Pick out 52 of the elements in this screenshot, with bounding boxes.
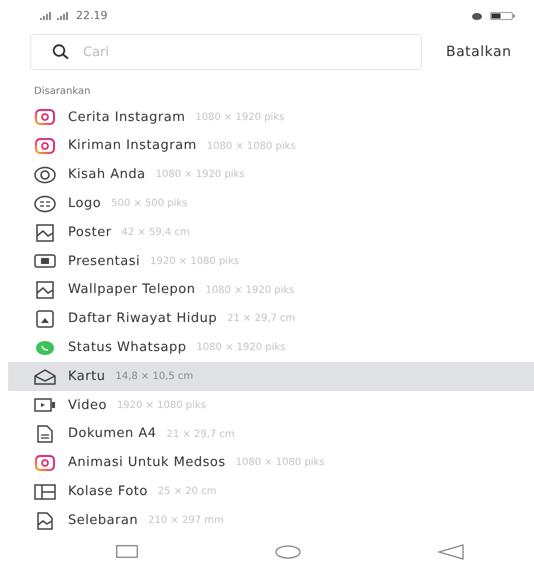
template-name: Cerita Instagram — [68, 108, 186, 127]
template-size: 42 × 59,4 cm — [122, 226, 190, 240]
template-name: Status Whatsapp — [68, 339, 186, 358]
template-name: Kiriman Instagram — [68, 137, 197, 156]
template-name: Selebaran — [68, 512, 138, 530]
template-name: Video — [68, 396, 107, 415]
template-size: 1920 × 1080 piks — [150, 254, 240, 269]
cancel-button[interactable]: Batalkan — [446, 42, 512, 62]
instagram-icon — [34, 454, 56, 472]
template-name: Poster — [68, 224, 112, 242]
recent-apps-icon[interactable] — [116, 545, 138, 558]
template-name: Kolase Foto — [68, 483, 148, 501]
back-icon[interactable] — [438, 544, 464, 560]
template-size: 14,8 × 10,5 cm — [115, 370, 194, 384]
template-size: 25 × 20 cm — [158, 485, 216, 500]
template-size: 1080 × 1080 piks — [236, 456, 325, 470]
circle-badge-icon — [34, 194, 56, 213]
template-name: Daftar Riwayat Hidup — [68, 310, 218, 328]
battery-icon — [490, 12, 516, 20]
image-frame-icon — [34, 224, 56, 242]
template-size: 1080 × 1080 piks — [206, 140, 296, 154]
document-icon — [34, 310, 56, 328]
template-size: 500 × 500 piks — [111, 197, 188, 212]
template-size: 210 × 297 mm — [148, 514, 224, 528]
template-size: 1080 × 1920 piks — [156, 168, 245, 182]
image-frame-icon — [34, 281, 56, 300]
template-name: Presentasi — [68, 252, 140, 271]
instagram-icon — [34, 108, 56, 126]
template-name: Kisah Anda — [68, 166, 146, 184]
template-name: Kartu — [68, 368, 106, 386]
template-name: Logo — [68, 195, 102, 214]
template-size: 21 × 29,7 cm — [227, 312, 296, 326]
collage-icon — [34, 482, 56, 501]
instagram-icon — [34, 137, 56, 156]
video-icon — [34, 396, 56, 414]
template-item[interactable]: Kartu 14,8 × 10,5 cm — [8, 362, 534, 391]
template-name: Wallpaper Telepon — [68, 281, 196, 300]
screen-icon — [34, 252, 56, 270]
home-icon[interactable] — [275, 544, 301, 559]
clock-time: 22.19 — [76, 8, 108, 24]
search-field[interactable]: Cari — [30, 34, 422, 70]
envelope-icon — [34, 368, 56, 386]
template-size: 1920 × 1080 piks — [116, 398, 206, 413]
chat-bubble-icon — [34, 338, 56, 357]
template-name: Dokumen A4 — [68, 425, 157, 444]
template-size: 1080 × 1920 piks — [205, 284, 294, 298]
template-name: Animasi Untuk Medsos — [68, 454, 226, 472]
circle-badge-icon — [34, 166, 56, 184]
template-size: 1080 × 1920 piks — [196, 341, 286, 356]
section-heading: Disarankan — [34, 85, 92, 99]
template-size: 21 × 29,7 cm — [166, 428, 235, 442]
template-size: 1080 × 1920 piks — [195, 110, 284, 125]
